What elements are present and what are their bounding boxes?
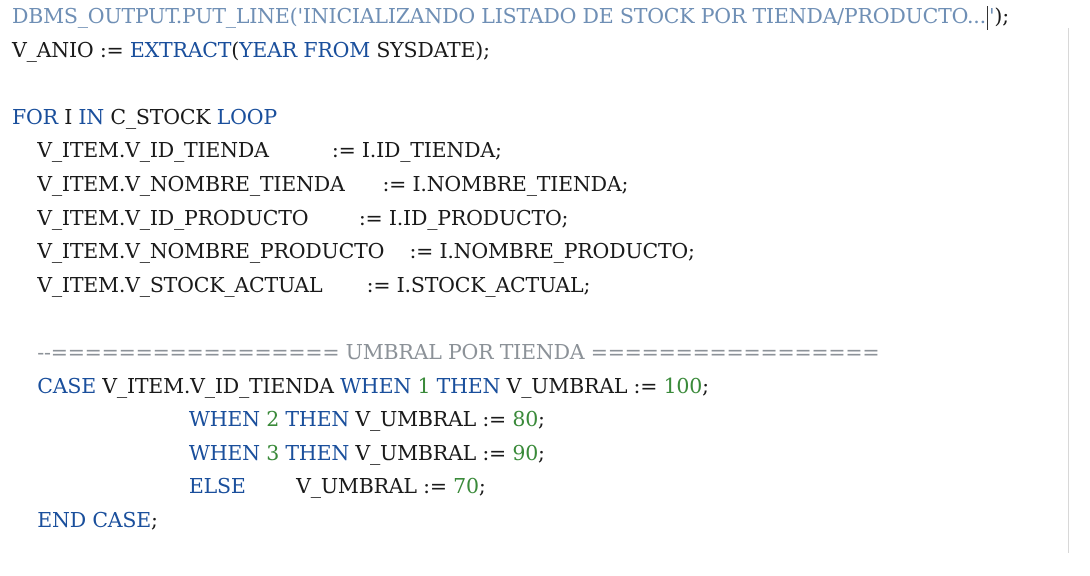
code-token-keyword: THEN [285, 407, 350, 432]
code-token-keyword: CASE [37, 373, 96, 398]
code-line[interactable]: DBMS_OUTPUT.PUT_LINE('INICIALIZANDO LIST… [12, 0, 1009, 34]
code-token-plain: ; [702, 373, 709, 398]
code-line[interactable]: WHEN 2 THEN V_UMBRAL := 80; [12, 403, 1009, 437]
code-token-keyword: YEAR FROM [239, 37, 370, 62]
code-line[interactable]: V_ITEM.V_NOMBRE_TIENDA := I.NOMBRE_TIEND… [12, 168, 1009, 202]
code-token-plain: V_ITEM.V_NOMBRE_PRODUCTO := I.NOMBRE_PRO… [12, 239, 695, 264]
code-token-keyword: IN [78, 104, 105, 129]
code-token-keyword: EXTRACT [129, 37, 232, 62]
code-token-plain: V_UMBRAL := [349, 440, 513, 465]
code-token-keyword: WHEN [340, 373, 412, 398]
code-line[interactable]: V_ITEM.V_ID_PRODUCTO := I.ID_PRODUCTO; [12, 202, 1009, 236]
code-token-number: 100 [663, 373, 703, 398]
code-token-plain: V_ITEM.V_NOMBRE_TIENDA := I.NOMBRE_TIEND… [12, 171, 629, 196]
code-token-number: 2 [266, 407, 280, 432]
code-token-keyword: WHEN [188, 407, 260, 432]
code-token-plain: SYSDATE); [370, 37, 490, 62]
text-cursor [986, 5, 988, 30]
code-line[interactable]: FOR I IN C_STOCK LOOP [12, 101, 1009, 135]
code-line[interactable]: END CASE; [12, 504, 1009, 538]
code-line[interactable]: ​ [12, 302, 1009, 336]
code-token-plain: I [57, 104, 79, 129]
code-token-plain: V_ITEM.V_ID_TIENDA := I.ID_TIENDA; [12, 138, 502, 163]
code-token-plain: ; [478, 474, 486, 499]
code-token-plain: V_ITEM.V_ID_PRODUCTO := I.ID_PRODUCTO; [12, 205, 569, 230]
code-line[interactable]: --================= UMBRAL POR TIENDA ==… [12, 336, 1009, 370]
code-token-number: 80 [512, 407, 539, 432]
code-token-plain: ; [538, 440, 545, 465]
code-token-plain: V_UMBRAL := [500, 373, 664, 398]
code-token-plain: V_UMBRAL := [349, 407, 513, 432]
code-token-plain: V_ANIO := [12, 37, 130, 62]
code-text-area[interactable]: DBMS_OUTPUT.PUT_LINE('INICIALIZANDO LIST… [12, 0, 1009, 538]
code-line[interactable]: V_ANIO := EXTRACT(YEAR FROM SYSDATE); [12, 34, 1009, 68]
code-token-plain: ( [231, 37, 240, 62]
code-line[interactable]: V_ITEM.V_STOCK_ACTUAL := I.STOCK_ACTUAL; [12, 269, 1009, 303]
code-token-number: 90 [512, 440, 539, 465]
code-token-keyword: ELSE [188, 474, 246, 499]
code-token-plain: ; [538, 407, 545, 432]
code-token-string: DBMS_OUTPUT.PUT_LINE('INICIALIZANDO LIST… [12, 4, 986, 28]
code-token-plain: ; [151, 507, 158, 532]
code-line[interactable]: ​ [12, 67, 1009, 101]
code-token-keyword: LOOP [216, 104, 277, 129]
code-token-number: 70 [453, 474, 479, 499]
code-token-plain: ); [994, 4, 1009, 28]
code-line[interactable]: V_ITEM.V_NOMBRE_PRODUCTO := I.NOMBRE_PRO… [12, 235, 1009, 269]
code-line[interactable]: CASE V_ITEM.V_ID_TIENDA WHEN 1 THEN V_UM… [12, 370, 1009, 404]
code-token-keyword: WHEN [188, 440, 260, 465]
code-token-number: 3 [266, 440, 280, 465]
code-editor[interactable]: DBMS_OUTPUT.PUT_LINE('INICIALIZANDO LIST… [0, 0, 1090, 576]
code-token-keyword: THEN [285, 440, 350, 465]
code-token-keyword: END CASE [37, 507, 152, 532]
code-token-plain: V_ITEM.V_ID_TIENDA [95, 373, 341, 398]
code-token-plain: V_UMBRAL := [245, 474, 454, 499]
code-line[interactable]: V_ITEM.V_ID_TIENDA := I.ID_TIENDA; [12, 134, 1009, 168]
code-token-keyword: THEN [436, 373, 501, 398]
code-token-plain: V_ITEM.V_STOCK_ACTUAL := I.STOCK_ACTUAL; [12, 272, 591, 297]
right-margin-guide [1068, 28, 1069, 553]
code-line[interactable]: WHEN 3 THEN V_UMBRAL := 90; [12, 437, 1009, 471]
code-line[interactable]: ELSE V_UMBRAL := 70; [12, 470, 1009, 504]
code-token-keyword: FOR [12, 104, 58, 129]
code-token-plain: C_STOCK [104, 104, 217, 129]
code-token-comment: --================= UMBRAL POR TIENDA ==… [12, 339, 880, 364]
code-token-number: 1 [417, 373, 431, 398]
